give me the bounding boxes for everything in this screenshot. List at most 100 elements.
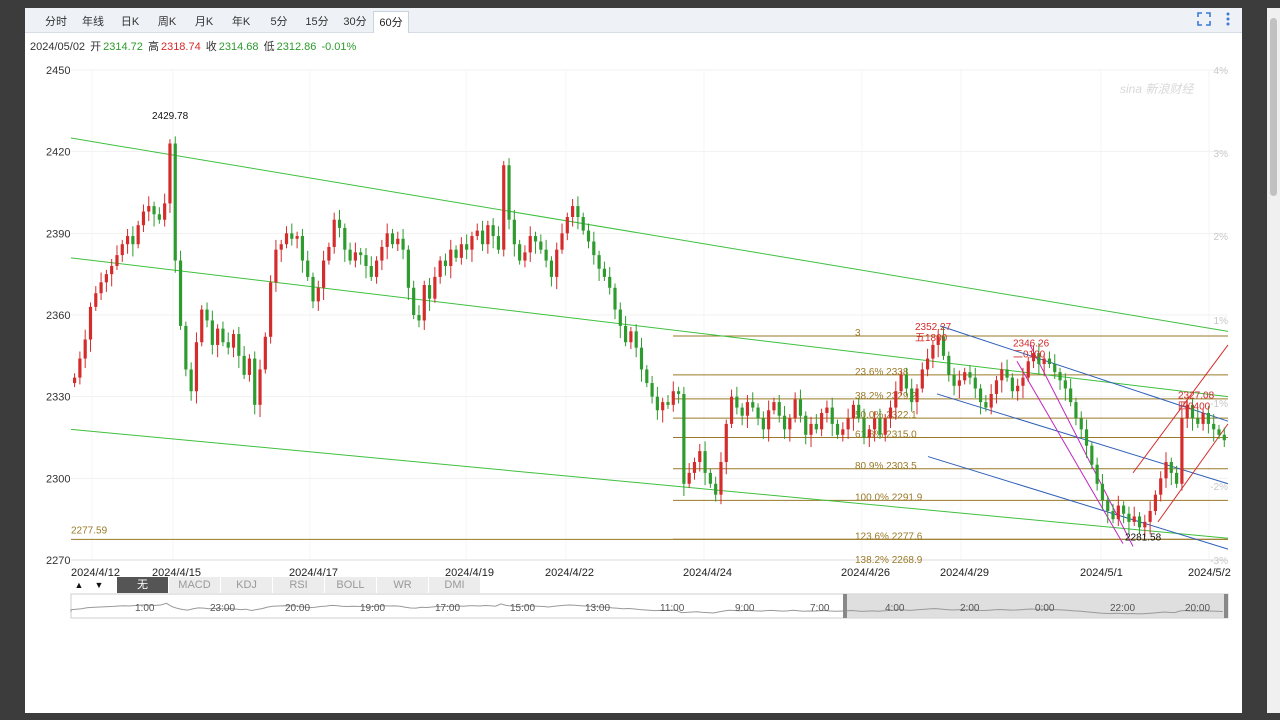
candle-body xyxy=(120,244,124,256)
candle-body xyxy=(94,293,98,307)
trend-line xyxy=(1157,423,1229,523)
candle-body xyxy=(263,336,267,370)
candle-body xyxy=(984,402,988,408)
candle-body xyxy=(899,374,903,392)
candle-body xyxy=(99,282,103,294)
candle-body xyxy=(449,249,453,266)
candle-body xyxy=(78,358,82,378)
candle-body xyxy=(756,407,760,419)
indicator-rsi[interactable]: RSI xyxy=(273,577,325,593)
candle-body xyxy=(322,260,326,288)
indicator-dmi[interactable]: DMI xyxy=(429,577,481,593)
candle-body xyxy=(216,328,220,345)
navigator-right-handle[interactable] xyxy=(1224,594,1228,618)
candle-body xyxy=(602,268,606,277)
percent-tick-label: -2% xyxy=(1210,482,1228,493)
candle-body xyxy=(1090,445,1094,465)
candlestick-chart[interactable]: 2450242023902360233023002270 4%3%2%1%-1%… xyxy=(25,8,1242,713)
scroll-up-arrow-icon[interactable]: ▲ xyxy=(71,577,87,593)
candle-body xyxy=(618,309,622,326)
candle-body xyxy=(1021,377,1025,386)
candle-body xyxy=(735,396,739,408)
candle-body xyxy=(692,462,697,473)
navigator-left-handle[interactable] xyxy=(843,594,847,618)
candle-body xyxy=(703,451,707,473)
price-annotation: 2327.08 xyxy=(1178,391,1215,402)
candle-body xyxy=(920,369,924,389)
candle-body xyxy=(1069,388,1073,403)
scroll-down-arrow-icon[interactable]: ▼ xyxy=(91,577,107,593)
navigator-time-label: 15:00 xyxy=(510,603,535,614)
candle-body xyxy=(221,328,225,343)
navigator-time-label: 1:00 xyxy=(135,603,155,614)
candle-body xyxy=(380,246,384,261)
indicator-none[interactable]: 无 xyxy=(117,577,169,593)
trend-line xyxy=(70,137,1229,332)
candle-body xyxy=(1153,494,1158,511)
indicator-kdj[interactable]: KDJ xyxy=(221,577,273,593)
candle-body xyxy=(841,429,845,435)
candle-body xyxy=(507,165,511,220)
candle-body xyxy=(597,255,601,269)
candle-body xyxy=(767,410,771,430)
candle-body xyxy=(327,246,331,261)
candle-body xyxy=(422,285,426,321)
candle-body xyxy=(465,244,469,250)
candle-body xyxy=(205,309,209,321)
candle-body xyxy=(242,355,246,375)
candle-body xyxy=(724,423,728,462)
candle-body xyxy=(1122,505,1126,514)
candle-body xyxy=(115,255,119,266)
candle-body xyxy=(963,372,967,381)
candle-body xyxy=(777,402,781,416)
scrollbar-thumb[interactable] xyxy=(1270,18,1277,196)
x-tick-label: 2024/4/22 xyxy=(545,567,594,579)
candle-body xyxy=(247,358,252,375)
candle-body xyxy=(571,206,575,217)
price-axis: 2450 2420 2390 2360 2330 2300 2270 xyxy=(46,65,70,567)
fib-level-label: 123.6% 2277.6 xyxy=(855,531,923,542)
candle-body xyxy=(284,233,289,245)
candle-body xyxy=(1164,462,1168,479)
candle-body xyxy=(687,472,691,484)
candle-body xyxy=(1010,377,1014,392)
candle-body xyxy=(714,483,718,495)
candle-body xyxy=(189,369,193,392)
candle-body xyxy=(491,225,495,237)
page-scrollbar[interactable] xyxy=(1267,8,1280,713)
candle-body xyxy=(136,225,140,245)
candle-body xyxy=(745,402,750,416)
candle-body xyxy=(110,266,114,275)
candle-body xyxy=(634,331,638,348)
candle-body xyxy=(661,402,665,411)
candle-body xyxy=(608,276,612,288)
candle-body xyxy=(1106,500,1110,511)
y-tick-label: 2420 xyxy=(46,147,70,159)
indicator-boll[interactable]: BOLL xyxy=(325,577,377,593)
candle-body xyxy=(480,230,485,245)
indicator-wr[interactable]: WR xyxy=(377,577,429,593)
candles xyxy=(73,136,1226,537)
fib-level-label: 80.9% 2303.5 xyxy=(855,461,917,472)
sina-watermark: sina 新浪财经 xyxy=(1120,82,1195,96)
y-tick-label: 2390 xyxy=(46,228,70,240)
candle-body xyxy=(337,219,342,228)
candle-body xyxy=(671,391,675,405)
indicator-macd[interactable]: MACD xyxy=(169,577,221,593)
navigator-time-label: 2:00 xyxy=(960,603,980,614)
candle-body xyxy=(867,429,871,438)
candle-body xyxy=(1026,361,1030,378)
fib-level-label: 138.2% 2268.9 xyxy=(855,555,923,566)
price-annotation: 2429.78 xyxy=(152,111,189,122)
candle-body xyxy=(438,260,442,277)
candle-body xyxy=(1058,372,1062,381)
candle-body xyxy=(258,369,262,405)
candle-body xyxy=(1196,418,1200,424)
price-annotation: 2281.58 xyxy=(1125,532,1162,543)
candle-body xyxy=(782,415,787,430)
y-tick-label: 2360 xyxy=(46,310,70,322)
navigator-time-label: 20:00 xyxy=(1185,603,1210,614)
navigator-time-label: 17:00 xyxy=(435,603,460,614)
candle-body xyxy=(184,325,188,370)
candle-body xyxy=(586,230,591,242)
